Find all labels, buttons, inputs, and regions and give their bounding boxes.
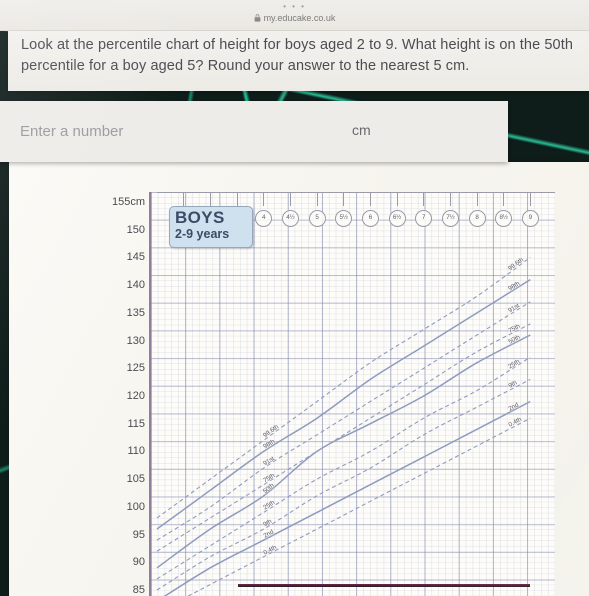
y-axis-tick: 140 (126, 279, 145, 292)
x-axis-tick: 4½ (277, 192, 303, 227)
x-axis-tick-label: 6½ (388, 210, 406, 227)
y-axis-tick: 145 (126, 251, 145, 264)
url-row[interactable]: my.educake.co.uk (0, 12, 589, 25)
question-card: Look at the percentile chart of height f… (8, 29, 589, 91)
y-axis-tick: 125 (126, 362, 145, 375)
x-axis-tick-label: 7 (415, 210, 433, 227)
x-axis-tick: 4 (251, 192, 277, 227)
chart-title-badge: BOYS 2-9 years (169, 206, 253, 248)
x-axis-tick: 8 (464, 192, 490, 227)
x-axis-tick: 5 (304, 192, 330, 227)
x-axis-tick-label: 5 (308, 210, 326, 227)
browser-menu-dots[interactable]: • • • (0, 3, 589, 11)
x-axis-tick-label: 9 (521, 210, 539, 227)
y-axis-tick: 105 (126, 473, 145, 486)
lock-icon (254, 13, 261, 25)
answer-card[interactable]: cm (0, 101, 508, 162)
percentile-curve (163, 400, 531, 596)
y-axis-tick: 150 (126, 223, 145, 236)
x-axis-tick: 5½ (331, 192, 357, 227)
percentile-curve (156, 334, 531, 569)
percentile-curve (156, 356, 531, 580)
y-axis-tick: 155cm (111, 196, 145, 208)
percentile-curve (186, 417, 531, 596)
x-axis-tick-label: 6 (361, 210, 379, 227)
page-edge-bar (238, 584, 530, 587)
unit-label: cm (352, 122, 371, 138)
percentile-curve (156, 301, 531, 541)
y-axis-tick: 115 (127, 417, 145, 430)
y-axis-tick: 100 (126, 500, 145, 513)
percentile-curves (156, 256, 531, 596)
x-axis-tick-label: 8 (468, 210, 486, 227)
y-axis-tick: 110 (127, 445, 145, 458)
answer-input[interactable] (0, 101, 340, 162)
x-axis-tick: 7 (411, 192, 437, 227)
x-axis-tick-label: 8½ (495, 210, 513, 227)
y-axis-tick: 120 (126, 390, 145, 402)
url-text: my.educake.co.uk (263, 13, 336, 23)
x-axis-tick: 9 (517, 192, 543, 227)
x-axis-tick-label: 4 (255, 210, 273, 227)
x-axis-tick-label: 4½ (281, 210, 299, 227)
chart-plot-area: 2½33½44½55½66½77½88½9 99.6th99.6th98th98… (151, 192, 555, 596)
x-axis-tick: 7½ (437, 192, 463, 227)
x-axis-tick: 6½ (384, 192, 410, 227)
x-axis-tick: 6 (357, 192, 383, 227)
chart-subtitle: 2-9 years (175, 227, 230, 241)
question-text: Look at the percentile chart of height f… (21, 37, 573, 74)
chart-title: BOYS (175, 208, 225, 227)
percentile-curve (156, 278, 531, 530)
x-axis-tick: 8½ (491, 192, 517, 227)
y-axis-tick: 135 (126, 306, 145, 319)
y-axis-tick: 85 (132, 584, 145, 596)
y-axis-tick: 90 (132, 556, 145, 569)
percentile-curve (156, 323, 531, 552)
y-axis-tick: 95 (132, 528, 145, 541)
y-axis-tick: 130 (126, 334, 145, 347)
browser-url-bar[interactable]: • • • my.educake.co.uk (0, 0, 589, 31)
x-axis-tick-label: 5½ (335, 210, 353, 227)
percentile-curve (156, 256, 531, 519)
percentile-chart: 2½33½44½55½66½77½88½9 99.6th99.6th98th98… (112, 192, 555, 596)
y-axis-line (149, 192, 151, 596)
percentile-curve (156, 378, 531, 591)
chart-top-rule (157, 192, 555, 194)
x-axis-tick-label: 7½ (441, 210, 459, 227)
